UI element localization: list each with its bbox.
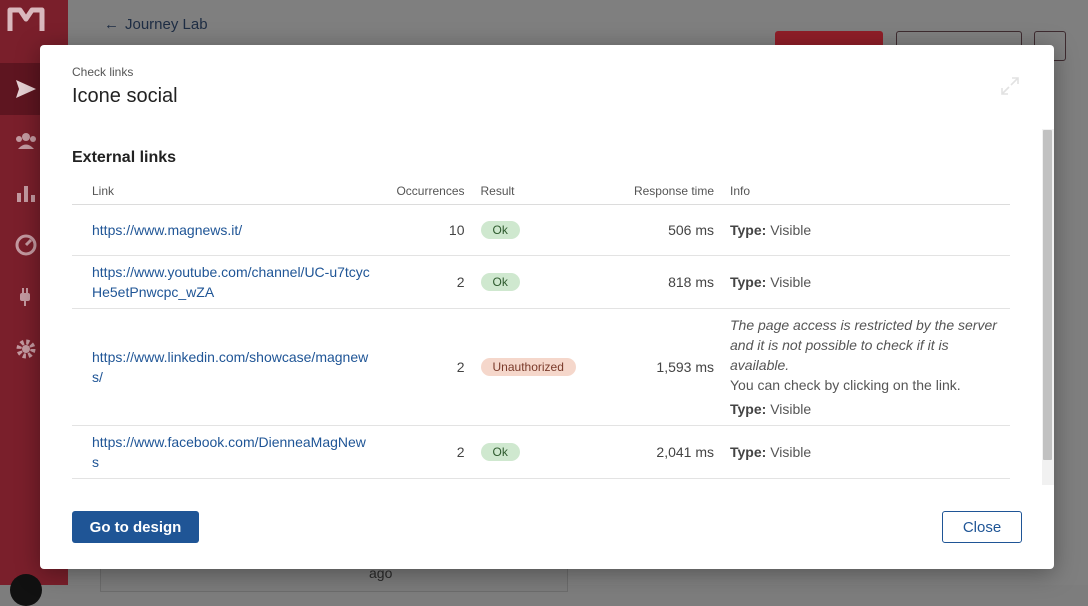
column-header-result: Result <box>480 177 598 205</box>
link-url[interactable]: https://www.linkedin.com/showcase/magnew… <box>92 347 371 387</box>
status-badge: Ok <box>480 443 520 461</box>
response-time-cell: 818 ms <box>597 255 730 309</box>
occurrences-cell: 2 <box>371 255 481 309</box>
table-row: https://www.magnews.it/ 10 Ok 506 ms Typ… <box>72 204 1010 256</box>
info-type: Type: Visible <box>730 274 812 290</box>
go-to-design-button[interactable]: Go to design <box>72 511 199 543</box>
occurrences-cell: 10 <box>371 204 481 256</box>
table-row: https://www.youtube.com/channel/UC-u7tcy… <box>72 255 1010 309</box>
link-url[interactable]: https://www.facebook.com/DienneaMagNews <box>92 432 371 472</box>
occurrences-cell: 2 <box>371 425 481 479</box>
check-links-modal: Check links Icone social External links … <box>40 45 1054 569</box>
section-title: External links <box>72 149 177 166</box>
modal-subtitle: Check links <box>72 65 134 79</box>
status-badge: Ok <box>480 221 520 239</box>
response-time-cell: 1,593 ms <box>597 308 730 426</box>
column-header-response-time: Response time <box>597 177 730 205</box>
response-time-cell: 2,041 ms <box>597 425 730 479</box>
status-badge: Ok <box>480 273 520 291</box>
links-scroll-area: External links Link Occurrences Result R… <box>40 129 1054 485</box>
logo-icon <box>7 7 45 31</box>
avatar[interactable] <box>10 574 42 606</box>
table-row: https://www.linkedin.com/showcase/magnew… <box>72 308 1010 426</box>
column-header-link: Link <box>72 177 372 205</box>
expand-icon[interactable] <box>1000 76 1020 96</box>
info-note: The page access is restricted by the ser… <box>730 317 997 373</box>
column-header-occurrences: Occurrences <box>371 177 481 205</box>
send-icon <box>16 80 36 98</box>
links-table: Link Occurrences Result Response time In… <box>72 177 1010 479</box>
plug-icon <box>20 288 30 306</box>
scrollbar-thumb[interactable] <box>1043 130 1052 460</box>
occurrences-cell: 2 <box>371 308 481 426</box>
table-header-row: Link Occurrences Result Response time In… <box>72 177 1010 205</box>
arrow-left-icon: ← <box>104 16 119 33</box>
bar-chart-icon <box>17 186 35 202</box>
back-link[interactable]: ← Journey Lab <box>104 16 208 33</box>
info-type: Type: Visible <box>730 401 812 417</box>
link-url[interactable]: https://www.magnews.it/ <box>92 220 371 240</box>
gauge-icon <box>15 234 37 256</box>
modal-title: Icone social <box>72 85 178 107</box>
status-badge: Unauthorized <box>480 358 576 376</box>
response-time-cell: 506 ms <box>597 204 730 256</box>
info-type: Type: Visible <box>730 222 812 238</box>
table-row: https://www.facebook.com/DienneaMagNews … <box>72 425 1010 479</box>
link-url[interactable]: https://www.youtube.com/channel/UC-u7tcy… <box>92 262 371 302</box>
column-header-info: Info <box>730 177 1010 205</box>
users-icon <box>16 133 36 149</box>
close-button[interactable]: Close <box>942 511 1022 543</box>
info-type: Type: Visible <box>730 444 812 460</box>
info-hint: You can check by clicking on the link. <box>730 377 961 393</box>
gear-icon <box>16 339 36 359</box>
